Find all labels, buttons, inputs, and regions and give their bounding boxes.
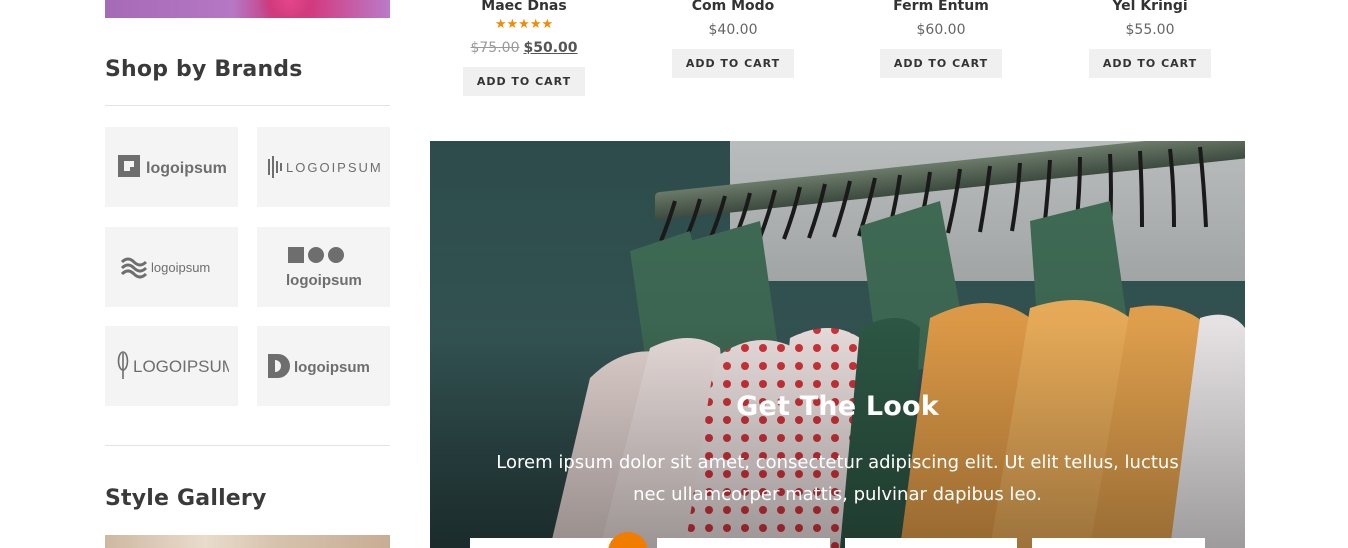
brand-logo-tile[interactable]: LOGOIPSUM — [257, 127, 390, 207]
star-rating: ★★★★★ — [494, 17, 554, 32]
divider — [105, 445, 390, 446]
product-name[interactable]: Ferm Entum — [861, 0, 1021, 15]
hero-title: Get The Look — [736, 391, 939, 422]
sale-price: $50.00 — [523, 40, 578, 56]
brand-label: logoipsum — [151, 260, 210, 275]
hero-description: Lorem ipsum dolor sit amet, consectetur … — [496, 452, 1179, 505]
brand-label: logoipsum — [294, 359, 370, 376]
add-to-cart-button[interactable]: ADD TO CART — [1088, 49, 1212, 78]
add-to-cart-button[interactable]: ADD TO CART — [462, 67, 586, 96]
product-price: $55.00 — [1125, 22, 1175, 38]
product-card: Com Modo $40.00 ADD TO CART — [653, 0, 813, 78]
logo-q-icon — [117, 155, 140, 177]
product-name[interactable]: Yel Kringi — [1070, 0, 1230, 15]
product-price: $75.00 $50.00 — [444, 39, 604, 57]
brand-logo-tile[interactable]: logoipsum — [105, 127, 238, 207]
product-card: Yel Kringi $55.00 ADD TO CART — [1070, 0, 1230, 78]
brand-logo-tile[interactable]: logoipsum — [105, 227, 238, 307]
brand-label: LOGOIPSUM — [286, 160, 382, 175]
shop-by-brands-title: Shop by Brands — [105, 57, 303, 82]
brand-label: logoipsum — [286, 272, 362, 289]
add-to-cart-button[interactable]: ADD TO CART — [879, 49, 1003, 78]
logo-d-icon — [267, 354, 290, 378]
brand-label: LOGOIPSUM — [133, 357, 229, 376]
look-product-card[interactable] — [657, 538, 830, 548]
gallery-thumbnail[interactable] — [105, 535, 390, 548]
product-card: Ferm Entum $60.00 ADD TO CART — [861, 0, 1021, 78]
product-name[interactable]: Maec Dnas — [444, 0, 604, 15]
brand-logo-tile[interactable]: LOGOIPSUM — [105, 326, 238, 406]
logo-leaf-icon — [117, 351, 128, 379]
product-price: $60.00 — [916, 22, 966, 38]
sidebar-top-image[interactable] — [105, 0, 390, 18]
brand-label: logoipsum — [146, 160, 227, 177]
brand-logo-tile[interactable]: logoipsum — [257, 227, 390, 307]
divider — [105, 105, 390, 106]
old-price: $75.00 — [470, 40, 520, 56]
logo-waves-icon — [120, 257, 147, 279]
look-product-card[interactable] — [1032, 538, 1205, 548]
brand-logo-tile[interactable]: logoipsum — [257, 326, 390, 406]
product-card: Maec Dnas ★★★★★ $75.00 $50.00 ADD TO CART — [444, 0, 604, 96]
logo-bars-icon — [267, 156, 282, 178]
add-to-cart-button[interactable]: ADD TO CART — [671, 49, 795, 78]
get-the-look-banner: Get The Look Lorem ipsum dolor sit amet,… — [430, 141, 1245, 548]
look-product-card[interactable] — [845, 538, 1017, 548]
product-name[interactable]: Com Modo — [653, 0, 813, 15]
product-price: $40.00 — [708, 22, 758, 38]
logo-shapes-icon — [287, 247, 344, 263]
style-gallery-title: Style Gallery — [105, 486, 267, 511]
